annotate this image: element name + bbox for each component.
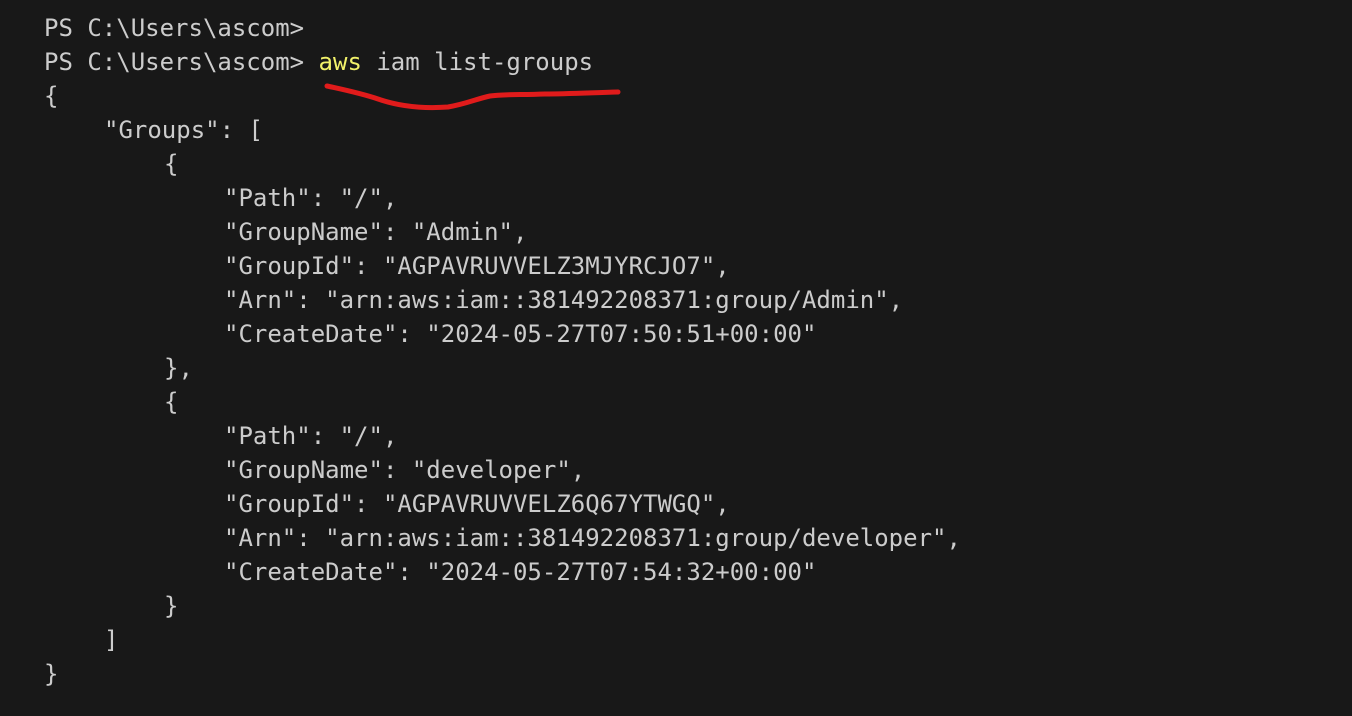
terminal-content: PS C:\Users\ascom> PS C:\Users\ascom> aw…: [44, 11, 961, 691]
output-line: "CreateDate": "2024-05-27T07:54:32+00:00…: [224, 558, 817, 586]
output-line: {: [44, 82, 59, 110]
prompt-text: PS C:\Users\ascom>: [44, 48, 305, 76]
output-line: "GroupId": "AGPAVRUVVELZ3MJYRCJO7",: [224, 252, 730, 280]
command-line: PS C:\Users\ascom> aws iam list-groups: [44, 45, 961, 79]
prompt-text: PS C:\Users\ascom>: [44, 14, 305, 42]
output-line: "Groups": [: [104, 116, 263, 144]
output-line: "Path": "/",: [224, 422, 398, 450]
output-line: {: [164, 150, 179, 178]
output-line: "CreateDate": "2024-05-27T07:50:51+00:00…: [224, 320, 817, 348]
output-line: "Arn": "arn:aws:iam::381492208371:group/…: [224, 286, 904, 314]
command-args: iam list-groups: [376, 48, 594, 76]
output-line: "GroupId": "AGPAVRUVVELZ6Q67YTWGQ",: [224, 490, 730, 518]
prompt-line-empty: PS C:\Users\ascom>: [44, 11, 961, 45]
output-line: }: [164, 592, 179, 620]
output-line: "GroupName": "Admin",: [224, 218, 528, 246]
output-line: "Arn": "arn:aws:iam::381492208371:group/…: [224, 524, 961, 552]
command-output: { "Groups": [ { "Path": "/", "GroupName": "A…: [44, 79, 961, 691]
terminal-window[interactable]: PS C:\Users\ascom> PS C:\Users\ascom> aw…: [0, 0, 1352, 716]
output-line: },: [164, 354, 193, 382]
output-line: {: [164, 388, 179, 416]
output-line: }: [44, 660, 59, 688]
output-line: ]: [104, 626, 119, 654]
output-line: "Path": "/",: [224, 184, 398, 212]
command-name: aws: [318, 48, 362, 76]
output-line: "GroupName": "developer",: [224, 456, 586, 484]
